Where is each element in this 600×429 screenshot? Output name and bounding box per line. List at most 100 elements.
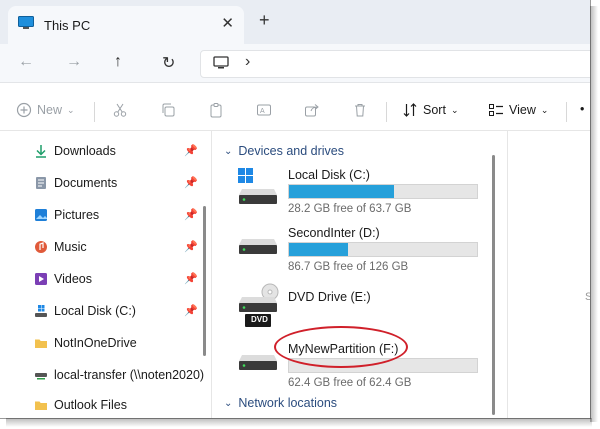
new-button[interactable]: New ⌄ <box>16 102 75 118</box>
copy-button[interactable] <box>160 102 176 118</box>
svg-text:A: A <box>260 108 265 115</box>
pin-icon[interactable]: 📌 <box>184 304 198 317</box>
rename-icon: A <box>257 104 271 116</box>
drive-free-space: 28.2 GB free of 63.7 GB <box>288 203 412 215</box>
delete-button[interactable] <box>352 102 368 118</box>
clipboard-icon <box>210 103 222 118</box>
sidebar-item-label: Outlook Files <box>54 398 127 412</box>
cut-button[interactable] <box>112 102 128 118</box>
scissors-icon <box>113 103 127 117</box>
drive-e[interactable]: DVD DVD Drive (E:) <box>236 283 486 331</box>
chevron-down-icon: ⌄ <box>224 397 233 409</box>
drive-free-space: 86.7 GB free of 126 GB <box>288 261 409 273</box>
drive-name: DVD Drive (E:) <box>288 290 371 304</box>
sidebar-item-local-transfer[interactable]: local-transfer (\\noten2020) <box>34 365 204 385</box>
new-tab-button[interactable]: + <box>259 10 270 31</box>
sort-icon <box>402 102 418 118</box>
pin-icon[interactable]: 📌 <box>184 144 198 157</box>
tab-title: This PC <box>44 18 91 33</box>
drive-icon <box>236 231 280 265</box>
up-button[interactable]: ↑ <box>114 53 122 71</box>
sidebar-item-pictures[interactable]: Pictures <box>34 205 99 225</box>
tab-this-pc[interactable]: This PC ✕ <box>8 6 244 44</box>
share-icon <box>305 104 319 117</box>
title-bar: This PC ✕ + <box>0 0 590 44</box>
paste-button[interactable] <box>208 102 224 118</box>
sidebar-item-notinonedrive[interactable]: NotInOneDrive <box>34 333 137 353</box>
documents-icon <box>34 176 48 190</box>
network-locations-header[interactable]: ⌄ Network locations <box>224 396 337 410</box>
sidebar-item-label: Downloads <box>54 144 116 158</box>
add-circle-icon <box>16 102 32 118</box>
details-pane-divider[interactable] <box>507 131 508 418</box>
explorer-window: This PC ✕ + ← → ↑ ↻ › New ⌄ A Sort ⌄ Vie… <box>0 0 591 419</box>
sidebar-item-label: Documents <box>54 176 118 190</box>
breadcrumb-chevron-icon[interactable]: › <box>245 53 250 71</box>
drive-name: Local Disk (C:) <box>288 168 370 182</box>
chevron-down-icon: ⌄ <box>540 104 549 115</box>
chevron-down-icon: ⌄ <box>224 145 233 157</box>
devices-and-drives-header[interactable]: ⌄ Devices and drives <box>224 144 344 158</box>
address-bar[interactable]: › <box>200 50 590 78</box>
drive-usage-bar <box>288 184 478 199</box>
navigation-bar: ← → ↑ ↻ › <box>0 44 590 83</box>
forward-button[interactable]: → <box>66 53 82 71</box>
pictures-icon <box>34 208 48 222</box>
drive-icon <box>236 347 280 381</box>
drive-usage-bar <box>288 242 478 257</box>
view-button[interactable]: View ⌄ <box>488 102 548 118</box>
toolbar-divider <box>386 102 387 122</box>
pin-icon[interactable]: 📌 <box>184 208 198 221</box>
drive-free-space: 62.4 GB free of 62.4 GB <box>288 377 412 389</box>
trash-icon <box>355 104 365 117</box>
drive-usage-fill <box>289 243 348 256</box>
this-pc-monitor-icon <box>213 56 229 70</box>
sidebar-item-label: local-transfer (\\noten2020) <box>54 368 205 382</box>
sort-label: Sort <box>423 103 446 117</box>
drive-d[interactable]: SecondInter (D:) 86.7 GB free of 126 GB <box>236 225 486 275</box>
chevron-down-icon: ⌄ <box>67 104 75 115</box>
sidebar-item-outlook-files[interactable]: Outlook Files <box>34 395 127 415</box>
this-pc-icon <box>18 16 34 30</box>
sort-button[interactable]: Sort ⌄ <box>402 102 458 118</box>
sidebar-item-label: NotInOneDrive <box>54 336 137 350</box>
back-button[interactable]: ← <box>18 53 34 71</box>
drive-usage-fill <box>289 185 394 198</box>
sidebar-item-videos[interactable]: Videos <box>34 269 92 289</box>
music-icon <box>34 240 48 254</box>
window-shadow <box>6 418 592 427</box>
content-scrollbar[interactable] <box>492 155 495 415</box>
close-tab-icon[interactable]: ✕ <box>221 14 234 32</box>
share-button[interactable] <box>304 102 320 118</box>
pin-icon[interactable]: 📌 <box>184 272 198 285</box>
refresh-button[interactable]: ↻ <box>162 53 175 73</box>
drive-name: SecondInter (D:) <box>288 226 380 240</box>
sidebar-item-local-disk-c[interactable]: Local Disk (C:) <box>34 301 136 321</box>
sidebar-item-label: Local Disk (C:) <box>54 304 136 318</box>
content-pane: ⌄ Devices and drives Local Disk (C:) 28.… <box>212 131 590 418</box>
new-label: New <box>37 103 63 117</box>
window-shadow <box>590 6 598 422</box>
view-icon <box>488 102 504 118</box>
folder-icon <box>34 398 48 412</box>
pin-icon[interactable]: 📌 <box>184 176 198 189</box>
navigation-pane: Downloads 📌 Documents 📌 Pictures 📌 Music… <box>0 131 210 418</box>
annotation-ellipse <box>274 326 408 368</box>
rename-button[interactable]: A <box>256 102 272 118</box>
network-drive-icon <box>34 368 48 382</box>
toolbar-divider <box>566 102 567 122</box>
drive-c[interactable]: Local Disk (C:) 28.2 GB free of 63.7 GB <box>236 167 486 217</box>
drive-icon <box>34 304 48 318</box>
sidebar-item-documents[interactable]: Documents <box>34 173 117 193</box>
more-options-icon[interactable]: • <box>580 102 584 116</box>
sidebar-item-label: Music <box>54 240 87 254</box>
chevron-down-icon: ⌄ <box>450 104 459 115</box>
sidebar-scrollbar[interactable] <box>203 206 206 356</box>
pin-icon[interactable]: 📌 <box>184 240 198 253</box>
sidebar-item-music[interactable]: Music <box>34 237 87 257</box>
view-label: View <box>509 103 536 117</box>
download-icon <box>34 144 48 158</box>
sidebar-item-downloads[interactable]: Downloads <box>34 141 116 161</box>
sidebar-item-label: Pictures <box>54 208 100 222</box>
toolbar-divider <box>94 102 95 122</box>
